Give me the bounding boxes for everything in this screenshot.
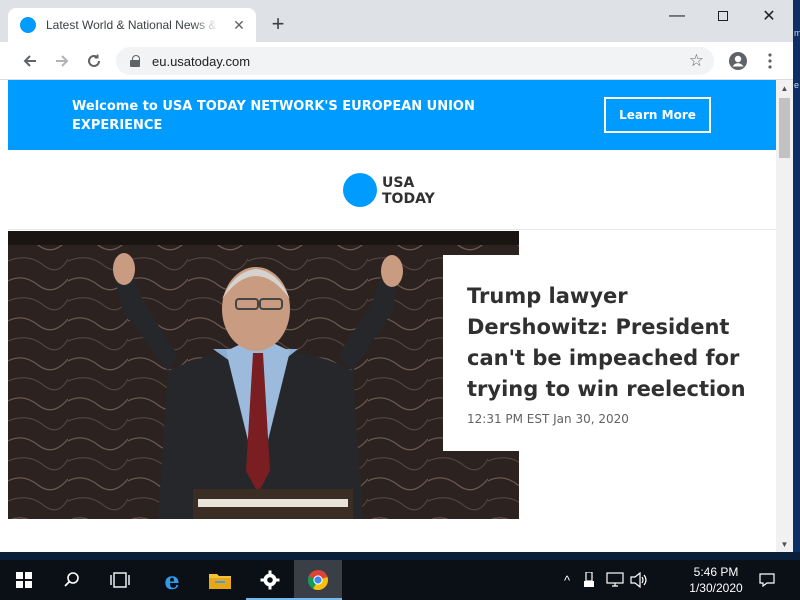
minimize-icon[interactable]: — bbox=[654, 0, 700, 32]
eu-welcome-banner: Welcome to USA TODAY NETWORK'S EUROPEAN … bbox=[8, 80, 776, 150]
kebab-menu-icon[interactable] bbox=[757, 48, 783, 74]
tab-strip: Latest World & National News & Headlines… bbox=[0, 0, 793, 42]
headline-card[interactable]: Trump lawyer Dershowitz: President can't… bbox=[443, 255, 776, 451]
headline[interactable]: Trump lawyer Dershowitz: President can't… bbox=[467, 281, 767, 405]
tab-title: Latest World & National News & Headlines bbox=[46, 18, 218, 32]
scroll-thumb[interactable] bbox=[779, 98, 790, 158]
profile-icon[interactable] bbox=[725, 48, 751, 74]
usatoday-favicon bbox=[20, 17, 36, 33]
scroll-down-icon[interactable]: ▼ bbox=[776, 536, 793, 552]
settings-gear-icon[interactable] bbox=[246, 560, 294, 600]
usb-icon[interactable] bbox=[584, 560, 594, 600]
notification-icon[interactable] bbox=[758, 560, 776, 600]
back-arrow-icon[interactable] bbox=[17, 48, 43, 74]
browser-tab[interactable]: Latest World & National News & Headlines… bbox=[8, 8, 256, 42]
address-bar[interactable]: eu.usatoday.com ☆ bbox=[116, 47, 714, 75]
logo-line-2: TODAY bbox=[382, 191, 435, 207]
desktop-icon-label-fragment: m bbox=[794, 28, 800, 38]
lock-icon bbox=[130, 55, 140, 67]
system-clock[interactable]: 5:46 PM 1/30/2020 bbox=[676, 564, 756, 596]
usatoday-logo-text[interactable]: USA TODAY bbox=[382, 175, 435, 207]
forward-arrow-icon[interactable] bbox=[49, 48, 75, 74]
close-icon[interactable]: ✕ bbox=[230, 16, 248, 34]
vertical-scrollbar[interactable]: ▲ ▼ bbox=[776, 80, 793, 552]
desktop-edge: m e bbox=[793, 0, 800, 552]
browser-window: Latest World & National News & Headlines… bbox=[0, 0, 793, 552]
taskbar: e ^ 5:46 PM 1/30/2020 bbox=[0, 560, 800, 600]
volume-icon[interactable] bbox=[630, 560, 648, 600]
window-close-icon[interactable]: ✕ bbox=[746, 0, 792, 32]
logo-line-1: USA bbox=[382, 175, 415, 191]
task-view-icon[interactable] bbox=[96, 560, 144, 600]
browser-toolbar: eu.usatoday.com ☆ bbox=[0, 42, 793, 80]
ie-icon[interactable]: e bbox=[148, 560, 196, 600]
page-viewport: Welcome to USA TODAY NETWORK'S EUROPEAN … bbox=[8, 80, 776, 552]
learn-more-button[interactable]: Learn More bbox=[604, 97, 711, 133]
maximize-icon[interactable] bbox=[700, 0, 746, 32]
url-text: eu.usatoday.com bbox=[152, 53, 251, 69]
clock-time: 5:46 PM bbox=[693, 565, 739, 579]
banner-text: Welcome to USA TODAY NETWORK'S EUROPEAN … bbox=[72, 99, 475, 133]
search-icon[interactable] bbox=[48, 560, 96, 600]
network-icon[interactable] bbox=[606, 560, 624, 600]
timestamp: 12:31 PM EST Jan 30, 2020 bbox=[467, 412, 629, 426]
file-explorer-icon[interactable] bbox=[196, 560, 244, 600]
clock-date: 1/30/2020 bbox=[689, 581, 743, 595]
star-icon[interactable]: ☆ bbox=[689, 51, 704, 71]
chrome-icon[interactable] bbox=[294, 560, 342, 600]
windows-start-icon[interactable] bbox=[0, 560, 48, 600]
scroll-up-icon[interactable]: ▲ bbox=[776, 80, 793, 96]
usatoday-logo-icon[interactable] bbox=[343, 173, 377, 207]
reload-icon[interactable] bbox=[81, 48, 107, 74]
chevron-up-icon[interactable]: ^ bbox=[558, 560, 576, 600]
masthead: USA TODAY bbox=[8, 150, 776, 230]
desktop-icon-label-fragment: e bbox=[794, 80, 800, 90]
plus-icon[interactable]: + bbox=[266, 13, 290, 37]
